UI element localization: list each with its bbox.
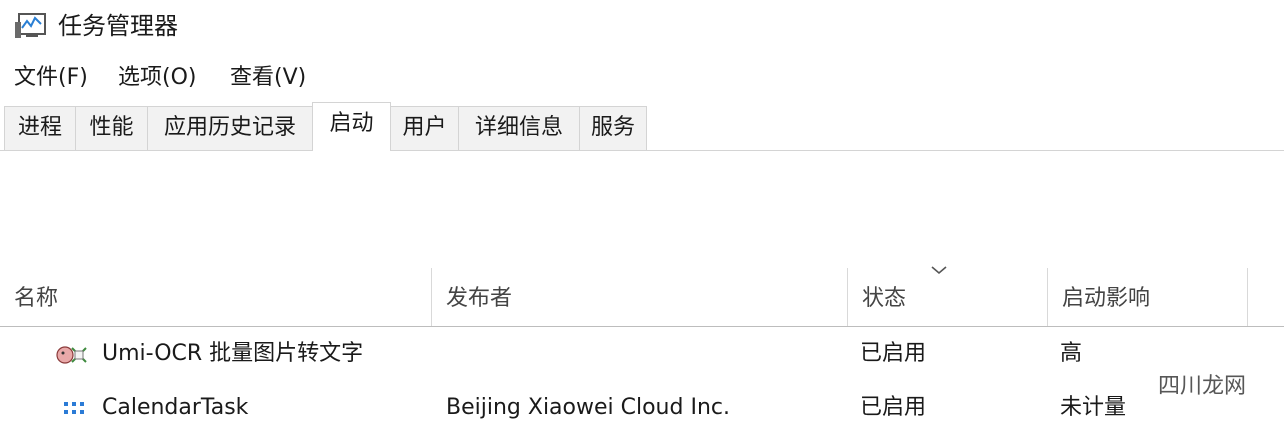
tab-processes[interactable]: 进程 xyxy=(4,106,76,150)
calendar-task-icon xyxy=(64,402,84,414)
column-header-name[interactable]: 名称 xyxy=(0,268,431,326)
tab-services[interactable]: 服务 xyxy=(579,106,647,150)
watermark: 四川龙网 xyxy=(1158,374,1247,399)
column-header-impact[interactable]: 启动影响 xyxy=(1048,268,1247,326)
table-row[interactable]: CalendarTask Beijing Xiaowei Cloud Inc. … xyxy=(0,384,1284,430)
menu-bar: 文件(F) 选项(O) 查看(V) xyxy=(0,58,1284,98)
column-header-publisher[interactable]: 发布者 xyxy=(432,268,847,326)
column-header-impact-label: 启动影响 xyxy=(1062,286,1151,311)
row-impact: 高 xyxy=(1060,341,1083,366)
row-status: 已启用 xyxy=(860,341,927,366)
tab-details[interactable]: 详细信息 xyxy=(458,106,580,150)
menu-view[interactable]: 查看(V) xyxy=(230,62,306,94)
tab-performance[interactable]: 性能 xyxy=(75,106,148,150)
menu-file[interactable]: 文件(F) xyxy=(14,62,88,94)
column-header-publisher-label: 发布者 xyxy=(446,286,513,311)
tab-startup[interactable]: 启动 xyxy=(312,102,391,151)
window-title: 任务管理器 xyxy=(58,12,178,40)
column-resize-handle[interactable] xyxy=(1247,268,1248,326)
task-manager-icon xyxy=(15,13,46,38)
tab-strip-divider xyxy=(0,150,1284,151)
title-bar: 任务管理器 xyxy=(0,0,1284,52)
tab-app-history[interactable]: 应用历史记录 xyxy=(147,106,313,150)
startup-panel: 名称 发布者 状态 启动影响 Umi-OCR 批量图片转文字 已启用 高 Cal… xyxy=(0,152,1284,420)
row-publisher: Beijing Xiaowei Cloud Inc. xyxy=(446,395,730,420)
column-header-status[interactable]: 状态 xyxy=(848,268,1047,326)
column-header-name-label: 名称 xyxy=(14,286,59,311)
row-name: Umi-OCR 批量图片转文字 xyxy=(102,341,364,366)
column-header-status-label: 状态 xyxy=(862,286,907,311)
umi-ocr-icon xyxy=(56,346,87,364)
row-status: 已启用 xyxy=(860,395,927,420)
row-name: CalendarTask xyxy=(102,395,249,420)
tab-strip: 进程 性能 应用历史记录 启动 用户 详细信息 服务 xyxy=(0,96,1284,152)
tab-users[interactable]: 用户 xyxy=(390,106,459,150)
table-row[interactable]: Umi-OCR 批量图片转文字 已启用 高 xyxy=(0,330,1284,376)
row-impact: 未计量 xyxy=(1060,395,1127,420)
table-header: 名称 发布者 状态 启动影响 xyxy=(0,268,1284,327)
menu-options[interactable]: 选项(O) xyxy=(118,62,196,94)
